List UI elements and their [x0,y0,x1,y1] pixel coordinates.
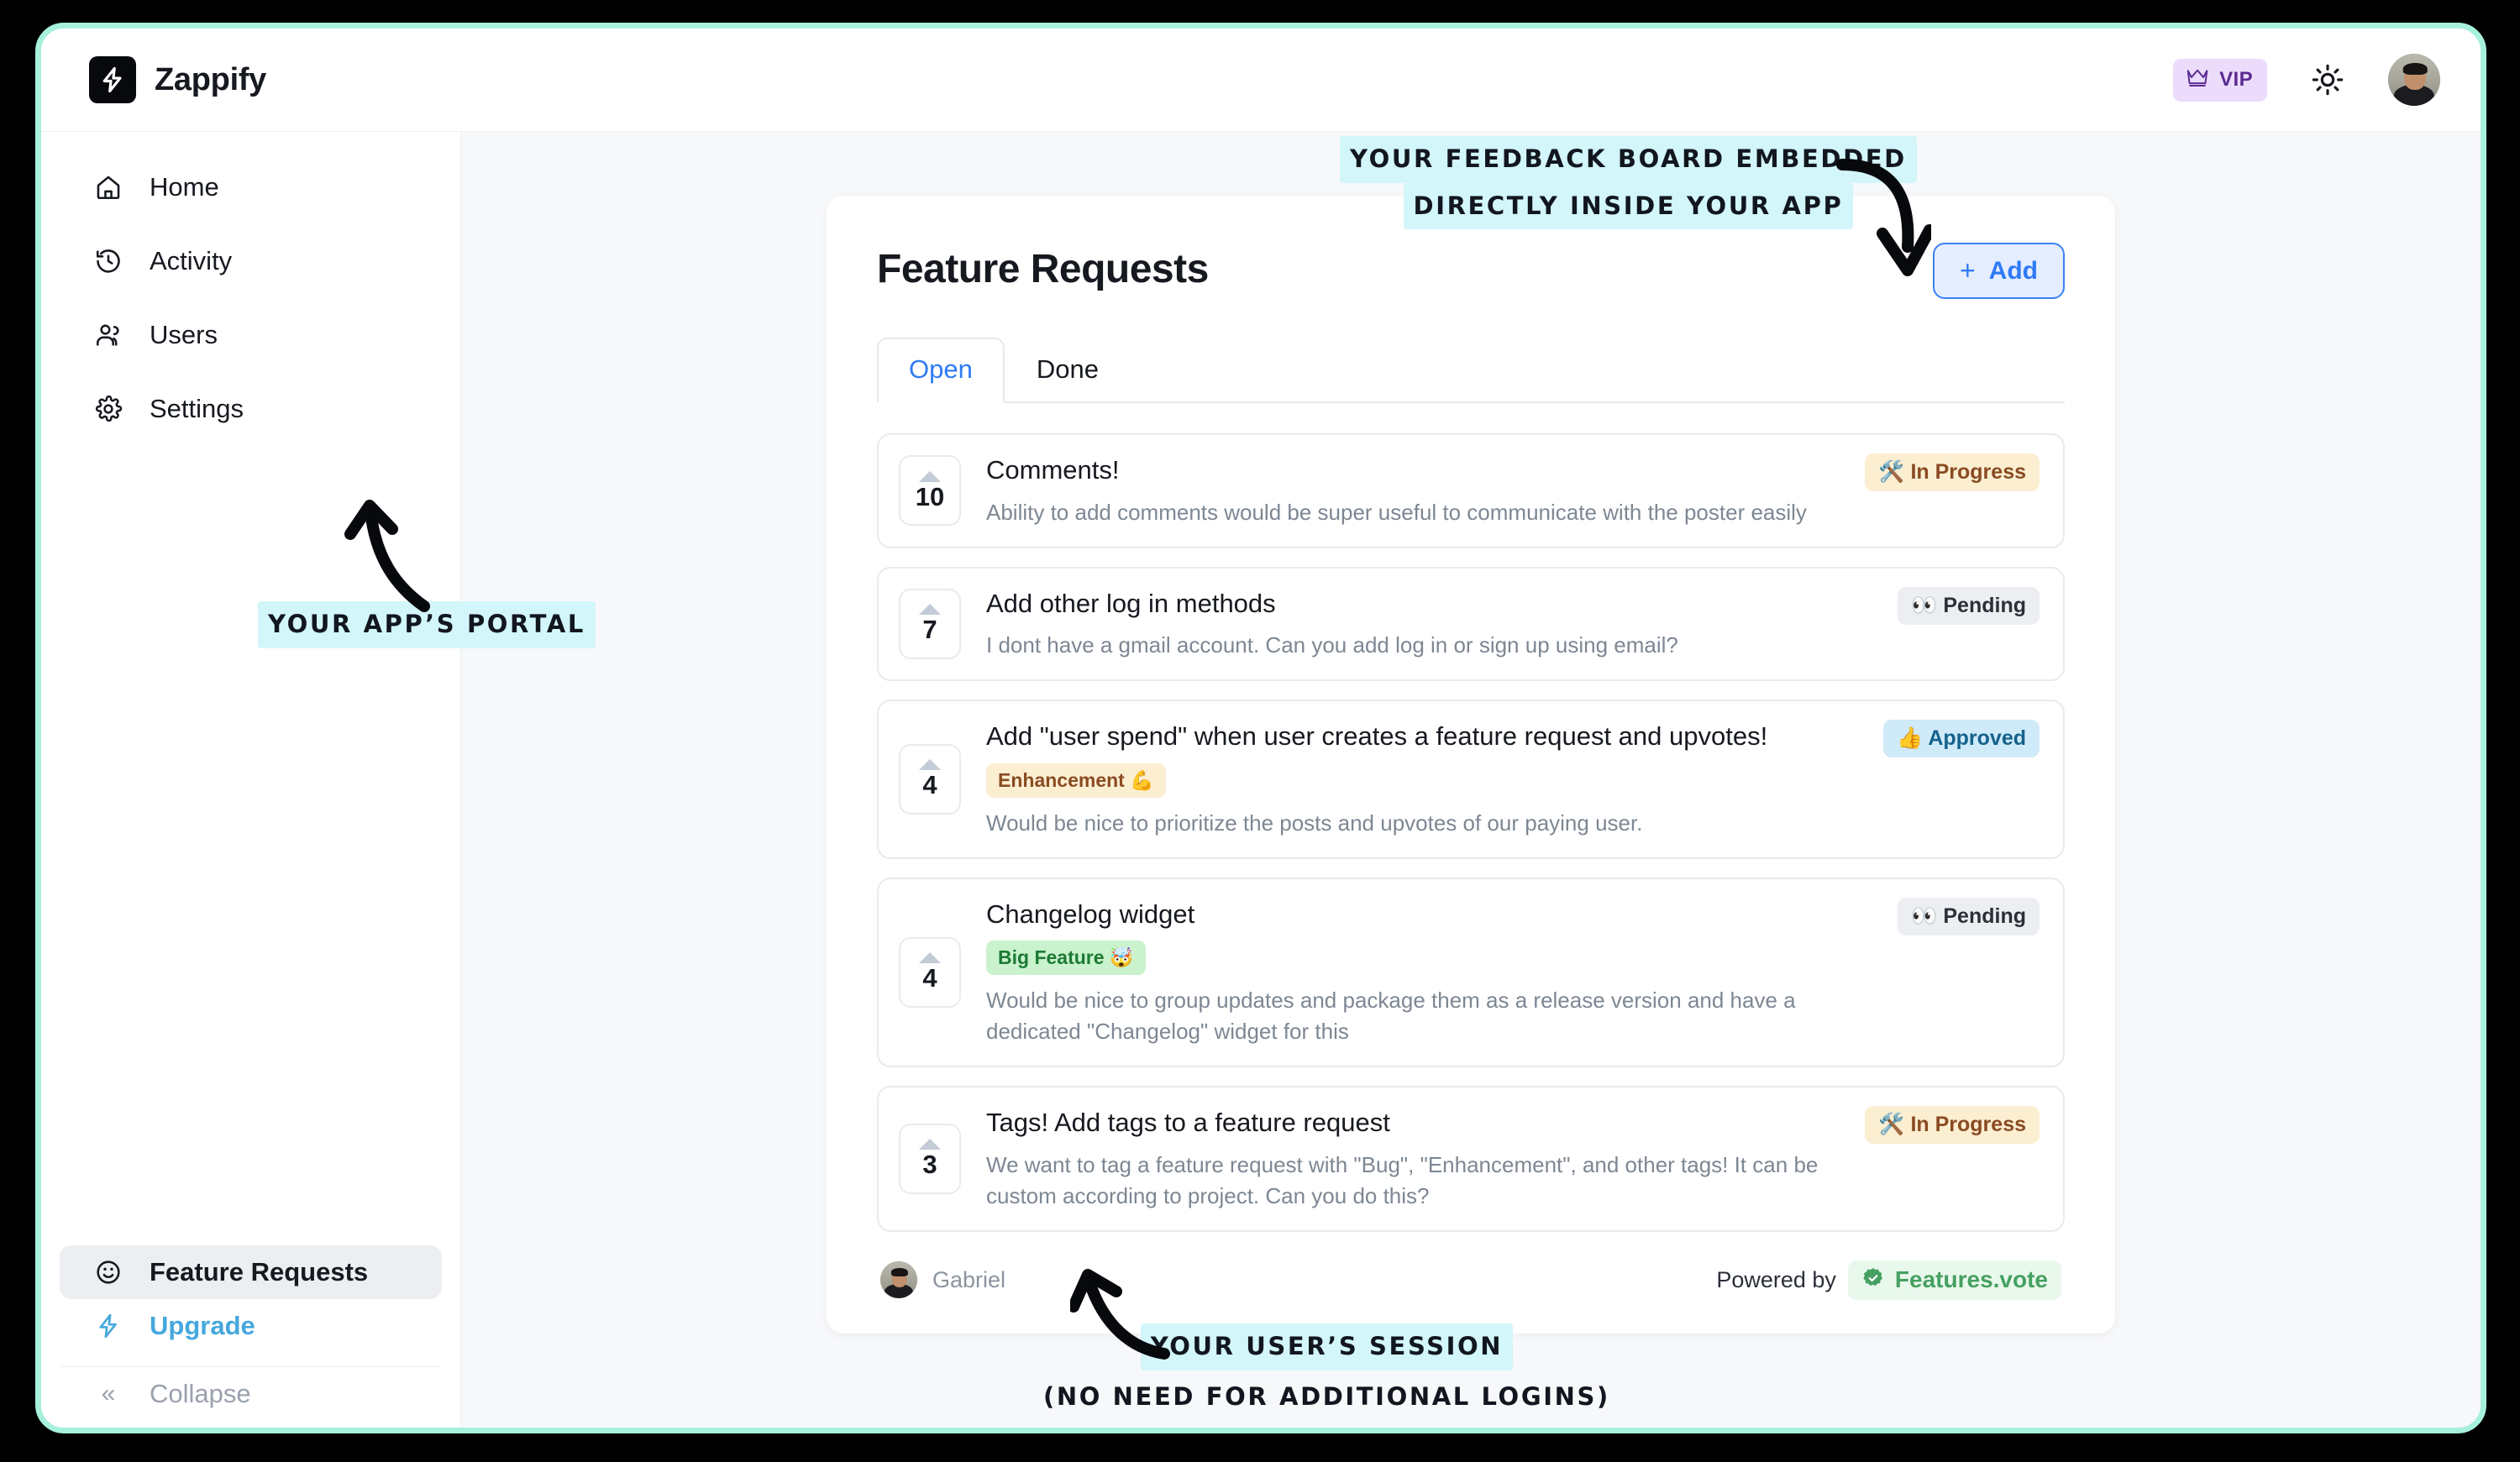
sidebar-item-home[interactable]: Home [60,160,442,214]
upvote-arrow-icon [919,952,941,964]
feature-board-card: Feature Requests + Add Open Done 10 Comm… [827,196,2115,1334]
verified-check-icon [1861,1266,1885,1294]
request-tag: Enhancement 💪 [986,762,1166,798]
vote-count: 4 [922,770,937,800]
lightning-bolt-icon [93,1311,123,1341]
request-description: Would be nice to group updates and packa… [986,988,1796,1045]
page-title: Feature Requests [877,247,1209,291]
upvote-button[interactable]: 4 [899,936,961,1008]
sidebar-item-upgrade[interactable]: Upgrade [60,1299,442,1353]
tab-done[interactable]: Done [1005,338,1131,403]
board-header: Feature Requests + Add [877,243,2065,299]
features-vote-label: Features.vote [1894,1266,2048,1293]
sidebar-collapse-button[interactable]: « Collapse [60,1367,442,1421]
upvote-button[interactable]: 4 [899,743,961,815]
powered-by-label: Powered by [1716,1266,1836,1292]
request-tag: Big Feature 🤯 [986,941,1146,976]
session-user-name: Gabriel [932,1266,1006,1292]
status-badge: 🛠️ In Progress [1865,1106,2040,1145]
request-content: Changelog widget Big Feature 🤯 Would be … [986,898,1854,1047]
history-clock-icon [93,246,123,276]
request-title: Add other log in methods [986,588,1276,618]
body: Home Activity Users Settings Feature Req… [41,132,2481,1428]
upvote-button[interactable]: 3 [899,1123,961,1194]
powered-by: Powered by Features.vote [1716,1260,2061,1300]
request-description: Ability to add comments would be super u… [986,499,1807,525]
sidebar-item-label: Activity [150,246,233,275]
request-title: Add "user spend" when user creates a fea… [986,721,1768,752]
vote-count: 10 [915,481,945,511]
brand-name: Zappify [155,61,267,97]
vip-badge[interactable]: VIP [2173,58,2267,102]
sidebar-item-feature-requests[interactable]: Feature Requests [60,1245,442,1299]
upvote-button[interactable]: 10 [899,455,961,527]
sidebar-item-label: Users [150,320,218,349]
top-bar-actions: VIP [2173,54,2440,106]
vote-count: 4 [922,963,937,993]
card-footer: Gabriel Powered by Features.vote [877,1260,2065,1300]
upvote-arrow-icon [919,1139,941,1150]
status-badge: 👀 Pending [1898,586,2040,625]
request-content: Tags! Add tags to a feature request We w… [986,1106,1821,1211]
request-content: Add other log in methods I dont have a g… [986,587,1854,662]
sidebar-bottom-section: Feature Requests Upgrade « Collapse [41,1245,460,1428]
request-content: Comments! Ability to add comments would … [986,453,1821,528]
features-vote-link[interactable]: Features.vote [1847,1260,2061,1300]
sidebar-item-activity[interactable]: Activity [60,234,442,288]
avatar[interactable] [2388,54,2440,106]
list-item[interactable]: 10 Comments! Ability to add comments wou… [877,433,2065,548]
add-button[interactable]: + Add [1932,243,2065,299]
avatar [880,1261,917,1299]
sidebar-item-label: Collapse [150,1379,251,1408]
list-item[interactable]: 4 Add "user spend" when user creates a f… [877,700,2065,859]
request-content: Add "user spend" when user creates a fea… [986,720,1840,839]
lightning-bolt-icon [89,56,136,103]
users-icon [93,320,123,350]
list-item[interactable]: 7 Add other log in methods I dont have a… [877,566,2065,682]
home-icon [93,172,123,202]
app-window-frame: Zappify VIP Home Activity Users Settings… [35,23,2486,1433]
sidebar-item-users[interactable]: Users [60,308,442,362]
sidebar-item-label: Feature Requests [150,1257,369,1286]
application: Zappify VIP Home Activity Users Settings… [41,29,2481,1428]
request-description: Would be nice to prioritize the posts an… [986,810,1643,836]
upvote-arrow-icon [919,604,941,616]
sidebar: Home Activity Users Settings Feature Req… [41,132,461,1428]
feature-request-list: 10 Comments! Ability to add comments wou… [877,433,2065,1232]
sidebar-item-label: Upgrade [150,1311,255,1340]
vote-count: 7 [922,615,937,645]
request-title: Changelog widget [986,899,1195,929]
board-tabs: Open Done [877,336,2065,403]
plus-icon: + [1959,255,1976,286]
sidebar-item-settings[interactable]: Settings [60,382,442,436]
status-badge: 👀 Pending [1898,897,2040,935]
top-bar: Zappify VIP [41,29,2481,132]
status-badge: 🛠️ In Progress [1865,453,2040,491]
add-button-label: Add [1988,256,2038,285]
upvote-button[interactable]: 7 [899,588,961,659]
vip-label: VIP [2219,68,2253,91]
request-description: We want to tag a feature request with "B… [986,1151,1819,1208]
session-user[interactable]: Gabriel [880,1261,1006,1299]
sidebar-item-label: Home [150,172,219,202]
crown-icon [2185,66,2210,94]
upvote-arrow-icon [919,470,941,482]
status-badge: 👍 Approved [1883,720,2040,758]
main-content: Feature Requests + Add Open Done 10 Comm… [461,132,2481,1428]
double-chevron-left-icon: « [101,1380,116,1407]
brand-logo[interactable]: Zappify [89,56,266,103]
list-item[interactable]: 4 Changelog widget Big Feature 🤯 Would b… [877,877,2065,1068]
sidebar-item-label: Settings [150,394,244,423]
smiley-face-icon [93,1257,123,1287]
gear-icon [93,394,123,424]
request-title: Comments! [986,455,1120,485]
tab-open[interactable]: Open [877,338,1005,403]
request-title: Tags! Add tags to a feature request [986,1108,1390,1138]
request-description: I dont have a gmail account. Can you add… [986,632,1678,658]
vote-count: 3 [922,1150,937,1180]
sun-icon[interactable] [2311,63,2344,97]
list-item[interactable]: 3 Tags! Add tags to a feature request We… [877,1086,2065,1232]
upvote-arrow-icon [919,759,941,771]
